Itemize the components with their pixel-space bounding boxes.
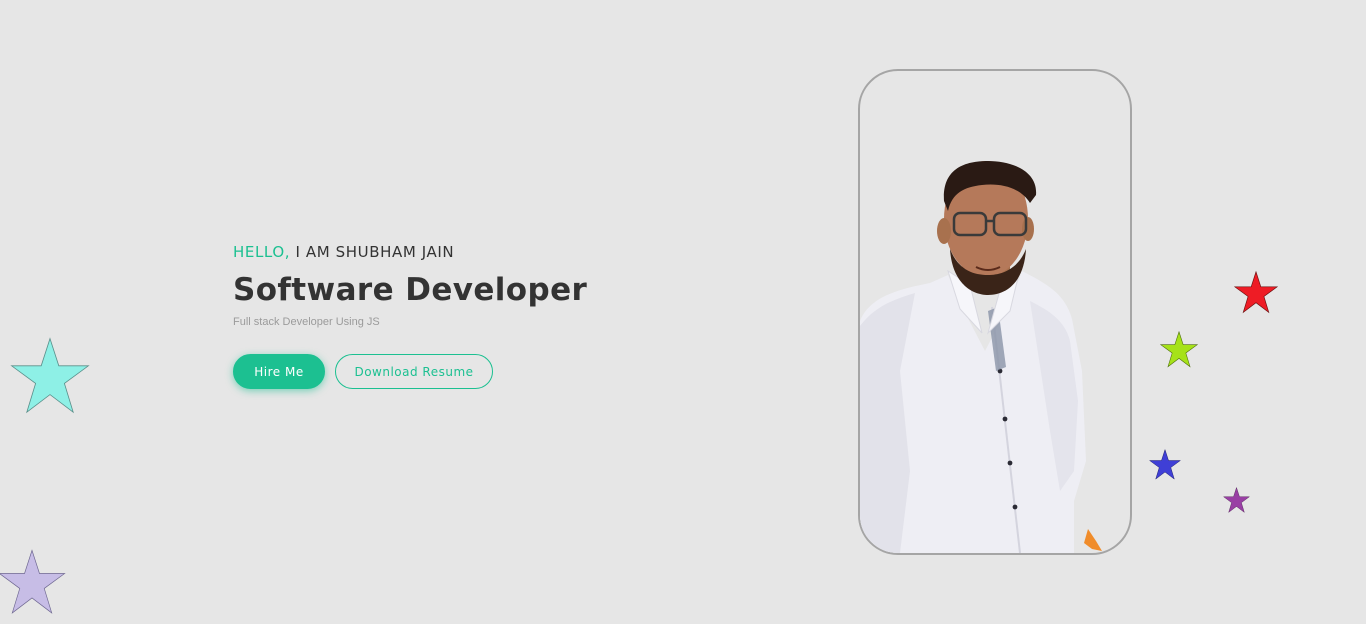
hire-me-button[interactable]: Hire Me xyxy=(233,354,325,389)
greeting-accent: HELLO, xyxy=(233,243,291,261)
hero-section: HELLO, I AM SHUBHAM JAIN Software Develo… xyxy=(233,240,733,389)
profile-photo-icon xyxy=(860,161,1102,553)
star-cyan-icon xyxy=(10,337,90,414)
page: HELLO, I AM SHUBHAM JAIN Software Develo… xyxy=(0,0,1366,624)
greeting: HELLO, I AM SHUBHAM JAIN xyxy=(233,240,733,264)
star-red-icon xyxy=(1234,270,1278,314)
subtitle: Full stack Developer Using JS xyxy=(233,316,380,328)
hero-buttons: Hire Me Download Resume xyxy=(233,354,733,389)
download-resume-button[interactable]: Download Resume xyxy=(335,354,493,389)
star-purple-icon xyxy=(1223,486,1250,513)
star-lime-icon xyxy=(1160,330,1198,368)
star-blue-icon xyxy=(1149,448,1181,480)
profile-photo-frame xyxy=(858,69,1132,555)
star-lavender-icon xyxy=(0,549,66,614)
greeting-name: I AM SHUBHAM JAIN xyxy=(290,243,455,261)
page-title: Software Developer xyxy=(233,272,588,308)
